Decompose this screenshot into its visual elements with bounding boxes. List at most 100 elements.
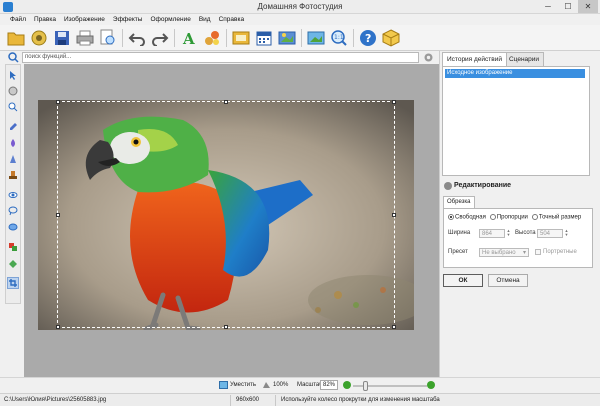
redo-icon[interactable] (150, 28, 170, 48)
preset-value: Не выбрано (482, 250, 516, 256)
radio-proportions-label: Пропорции (496, 214, 528, 221)
width-field[interactable]: 864 (479, 229, 505, 238)
right-panel: История действий Сценарии Исходное изобр… (440, 51, 600, 377)
height-spinner[interactable]: ▲ ▼ (564, 229, 569, 238)
help-icon[interactable]: ? (358, 28, 378, 48)
menu-file[interactable]: Файл (6, 16, 30, 23)
crop-selection[interactable] (56, 100, 396, 329)
fit-button[interactable]: Уместить (219, 381, 256, 389)
package-icon[interactable] (381, 28, 401, 48)
crop-handle-n[interactable] (224, 100, 228, 104)
print-icon[interactable] (75, 28, 95, 48)
drop-icon[interactable] (7, 137, 19, 149)
collage-icon[interactable] (277, 28, 297, 48)
main-toolbar: A 1:1 ? (0, 25, 600, 51)
eraser-icon[interactable] (7, 257, 19, 269)
crop-handle-ne[interactable] (392, 100, 396, 104)
save-icon[interactable] (52, 28, 72, 48)
radio-exact-size[interactable]: Точный размер (531, 214, 582, 221)
menu-image[interactable]: Изображение (60, 16, 109, 23)
crop-handle-s[interactable] (224, 325, 228, 329)
search-icon (8, 52, 19, 63)
brush-icon[interactable] (7, 121, 19, 133)
folder-open-icon[interactable] (6, 28, 26, 48)
crop-handle-w[interactable] (56, 213, 60, 217)
stamp-icon[interactable] (7, 169, 19, 181)
radio-exact-size-label: Точный размер (538, 214, 582, 221)
menu-design[interactable]: Оформление (146, 16, 194, 23)
svg-text:A: A (182, 30, 195, 46)
height-label: Высота (515, 230, 536, 236)
search-input[interactable]: поиск функций... (22, 52, 419, 63)
radio-free-label: Свободная (455, 214, 486, 221)
frame-icon[interactable] (231, 28, 251, 48)
eye-icon[interactable] (7, 189, 19, 201)
photo-area[interactable] (38, 100, 414, 330)
menu-help[interactable]: Справка (215, 16, 249, 23)
menu-edit[interactable]: Правка (30, 16, 60, 23)
right-tabs: История действий Сценарии (440, 51, 600, 66)
ok-button[interactable]: ОК (443, 274, 483, 287)
crop-handle-se[interactable] (392, 325, 396, 329)
image-canvas[interactable] (24, 64, 439, 377)
tools-panel (5, 64, 21, 304)
zoom-value[interactable]: 82% (320, 380, 338, 390)
title-bar: Домашняя Фотостудия ─ ☐ ✕ (0, 0, 600, 14)
history-item[interactable]: Исходное изображение (445, 69, 585, 78)
fit-icon[interactable] (306, 28, 326, 48)
crop-icon[interactable] (7, 277, 19, 289)
ellipse-icon[interactable] (7, 221, 19, 233)
crop-handle-nw[interactable] (56, 100, 60, 104)
fit-label: Уместить (230, 382, 256, 388)
zoom-100-icon[interactable]: 1:1 (329, 28, 349, 48)
maximize-button[interactable]: ☐ (558, 0, 578, 13)
zoom-in-icon[interactable] (427, 381, 435, 389)
effects-icon[interactable] (202, 28, 222, 48)
file-path: C:\Users\Юлия\Pictures\25605883.jpg (4, 397, 107, 403)
image-dimensions: 960x600 (236, 397, 260, 403)
color-replace-icon[interactable] (7, 241, 19, 253)
zoom-out-icon[interactable] (343, 381, 351, 389)
crop-handle-sw[interactable] (56, 325, 60, 329)
radio-proportions[interactable]: Пропорции (489, 214, 528, 221)
portrait-checkbox[interactable] (535, 249, 541, 255)
tab-scenarios[interactable]: Сценарии (504, 52, 545, 66)
window-title: Домашняя Фотостудия (257, 2, 343, 11)
plugins-icon[interactable] (29, 28, 49, 48)
sharpen-icon[interactable] (7, 153, 19, 165)
radio-free[interactable]: Свободная (448, 214, 486, 221)
minimize-button[interactable]: ─ (538, 0, 558, 13)
tab-crop[interactable]: Обрезка (443, 196, 475, 208)
portrait-label: Портретные (543, 249, 577, 255)
status-bar: C:\Users\Юлия\Pictures\25605883.jpg 960x… (0, 393, 600, 406)
svg-text:?: ? (365, 32, 371, 45)
gear-icon[interactable] (423, 52, 434, 63)
undo-icon[interactable] (127, 28, 147, 48)
edit-icon (444, 182, 452, 190)
edit-panel: Редактирование Обрезка Свободная Пропорц… (440, 178, 600, 377)
tab-history[interactable]: История действий (442, 52, 507, 66)
preview-icon[interactable] (98, 28, 118, 48)
fit-screen-icon (219, 381, 228, 389)
zoom-slider-thumb[interactable] (363, 381, 369, 391)
zoom-bar: Уместить 100% Масштаб: 82% (0, 377, 600, 393)
zoom-icon[interactable] (7, 101, 19, 113)
width-spinner[interactable]: ▲ ▼ (506, 229, 511, 238)
calendar-icon[interactable] (254, 28, 274, 48)
chevron-down-icon: ▾ (522, 250, 526, 256)
menu-effects[interactable]: Эффекты (109, 16, 147, 23)
height-field[interactable]: 504 (537, 229, 563, 238)
status-hint: Используйте колесо прокрутки для изменен… (281, 397, 440, 403)
edit-subtabs: Обрезка (443, 196, 593, 208)
zoom-100-button[interactable]: 100% (262, 381, 288, 389)
text-icon[interactable]: A (179, 28, 199, 48)
cancel-button[interactable]: Отмена (488, 274, 528, 287)
crop-handle-e[interactable] (392, 213, 396, 217)
hand-icon[interactable] (7, 85, 19, 97)
preset-select[interactable]: Не выбрано ▾ (479, 248, 529, 257)
cursor-icon[interactable] (7, 69, 19, 81)
zoom-100-label: 100% (273, 382, 289, 388)
close-button[interactable]: ✕ (578, 0, 598, 13)
lasso-icon[interactable] (7, 205, 19, 217)
menu-view[interactable]: Вид (195, 16, 215, 23)
